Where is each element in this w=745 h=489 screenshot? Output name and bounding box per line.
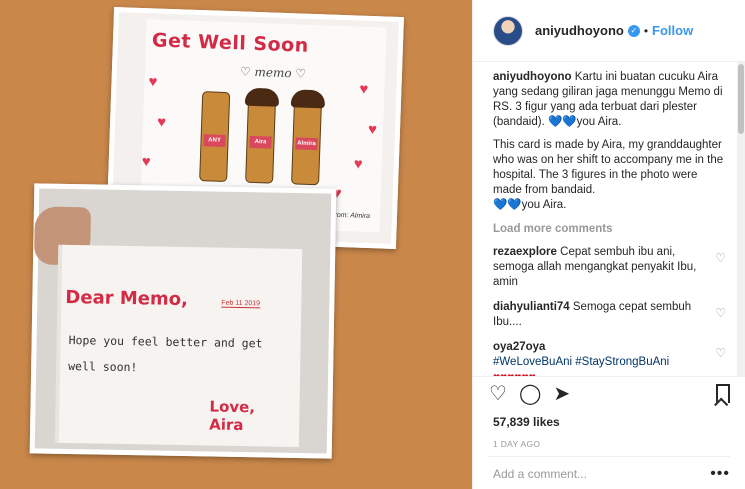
post-caption: aniyudhoyono Kartu ini buatan cucuku Air… <box>493 70 726 130</box>
blue-heart-icon: 💙💙 <box>548 116 577 128</box>
bandaid-figure: ANY <box>199 91 231 183</box>
bandaid-figure: Aira <box>244 87 280 184</box>
heart-drawing-icon: ♥ <box>353 155 364 173</box>
comment-hashtags[interactable]: #WeLoveBuAni #StayStrongBuAni <box>493 356 669 368</box>
follow-button[interactable]: Follow <box>652 23 693 38</box>
figure-tag: Almira <box>295 137 318 151</box>
heart-drawing-icon: ♥ <box>156 113 167 131</box>
post-actions: ♡ ◯ ➤ 57,839 likes 1 DAY AGO Add a comme… <box>473 376 745 489</box>
letter-signoff-name: Aira <box>209 415 244 435</box>
avatar[interactable] <box>493 15 523 46</box>
heart-drawing-icon: ♥ <box>148 73 158 91</box>
post-header: aniyudhoyono ✓ • Follow <box>473 0 745 62</box>
bandaid-figure: Almira <box>290 89 326 186</box>
figure-hair <box>244 87 280 107</box>
more-options-icon[interactable]: ••• <box>710 465 730 483</box>
comments-list[interactable]: aniyudhoyono Kartu ini buatan cucuku Air… <box>473 62 745 376</box>
figure-tag: ANY <box>203 134 226 147</box>
heart-drawing-icon: ♥ <box>367 120 378 139</box>
comment-username[interactable]: oya27oya <box>493 341 545 353</box>
comment-like-heart-icon[interactable]: ♡ <box>715 346 726 361</box>
figure-hair <box>290 89 326 109</box>
letter-signoff: Love, Aira <box>209 397 255 434</box>
card-from-note: From: Almira <box>330 211 371 221</box>
letter-date: Feb 11 2019 <box>221 299 261 309</box>
letter-photo: Dear Memo, Feb 11 2019 Hope you feel bet… <box>29 183 337 459</box>
speech-bubble-icon[interactable]: ◯ <box>519 384 541 404</box>
header-username[interactable]: aniyudhoyono <box>535 23 624 38</box>
comment-like-heart-icon[interactable]: ♡ <box>715 306 726 321</box>
card-title: Get Well Soon <box>151 29 310 57</box>
post-side-panel: aniyudhoyono ✓ • Follow aniyudhoyono Kar… <box>472 0 745 489</box>
post-timestamp[interactable]: 1 DAY AGO <box>489 439 730 449</box>
figure-tag: Aira <box>249 135 272 149</box>
comment-item: oya27oya #WeLoveBuAni #StayStrongBuAni ♥… <box>493 340 726 376</box>
separator-dot: • <box>643 23 649 38</box>
caption-username[interactable]: aniyudhoyono <box>493 71 572 83</box>
letter-greeting: Dear Memo, <box>65 286 189 311</box>
action-icons: ♡ ◯ ➤ <box>489 377 730 411</box>
add-comment-placeholder: Add a comment... <box>493 466 588 481</box>
comments-scrollbar[interactable] <box>737 62 745 376</box>
letter-signoff-love: Love, <box>209 397 256 417</box>
comment-item: diahyulianti74 Semoga cepat sembuh Ibu..… <box>493 300 726 330</box>
letter-body: Hope you feel better and get well soon! <box>68 333 263 375</box>
translation-text: This card is made by Aira, my granddaugh… <box>493 139 724 196</box>
comment-username[interactable]: rezaexplore <box>493 246 557 258</box>
heart-outline-icon[interactable]: ♡ <box>489 384 507 404</box>
comment-username[interactable]: diahyulianti74 <box>493 301 570 313</box>
blue-heart-icon: 💙💙 <box>493 199 522 211</box>
caption-translation: This card is made by Aira, my granddaugh… <box>493 138 726 213</box>
scrollbar-thumb[interactable] <box>738 64 744 134</box>
letter-card: Dear Memo, Feb 11 2019 Hope you feel bet… <box>58 244 303 448</box>
caption-suffix: you Aira. <box>576 116 622 128</box>
likes-count[interactable]: 57,839 likes <box>489 415 730 429</box>
translation-suffix: you Aira. <box>521 199 567 211</box>
heart-drawing-icon: ♥ <box>359 80 369 98</box>
share-arrow-icon[interactable]: ➤ <box>553 384 570 404</box>
load-more-comments-button[interactable]: Load more comments <box>493 223 726 235</box>
card-memo-text: ♡ memo ♡ <box>239 64 307 81</box>
add-comment-input[interactable]: Add a comment... ••• <box>489 456 730 489</box>
heart-drawing-icon: ♥ <box>141 153 151 171</box>
comment-like-heart-icon[interactable]: ♡ <box>715 251 726 266</box>
bookmark-icon[interactable] <box>716 384 730 403</box>
post-image[interactable]: Get Well Soon ♡ memo ♡ ♥ ♥ ♥ ♥ ♥ ♥ ♥ ♥ ♥… <box>0 0 472 489</box>
comment-item: rezaexplore Cepat sembuh ibu ani, semoga… <box>493 245 726 290</box>
verified-badge-icon: ✓ <box>627 24 640 37</box>
